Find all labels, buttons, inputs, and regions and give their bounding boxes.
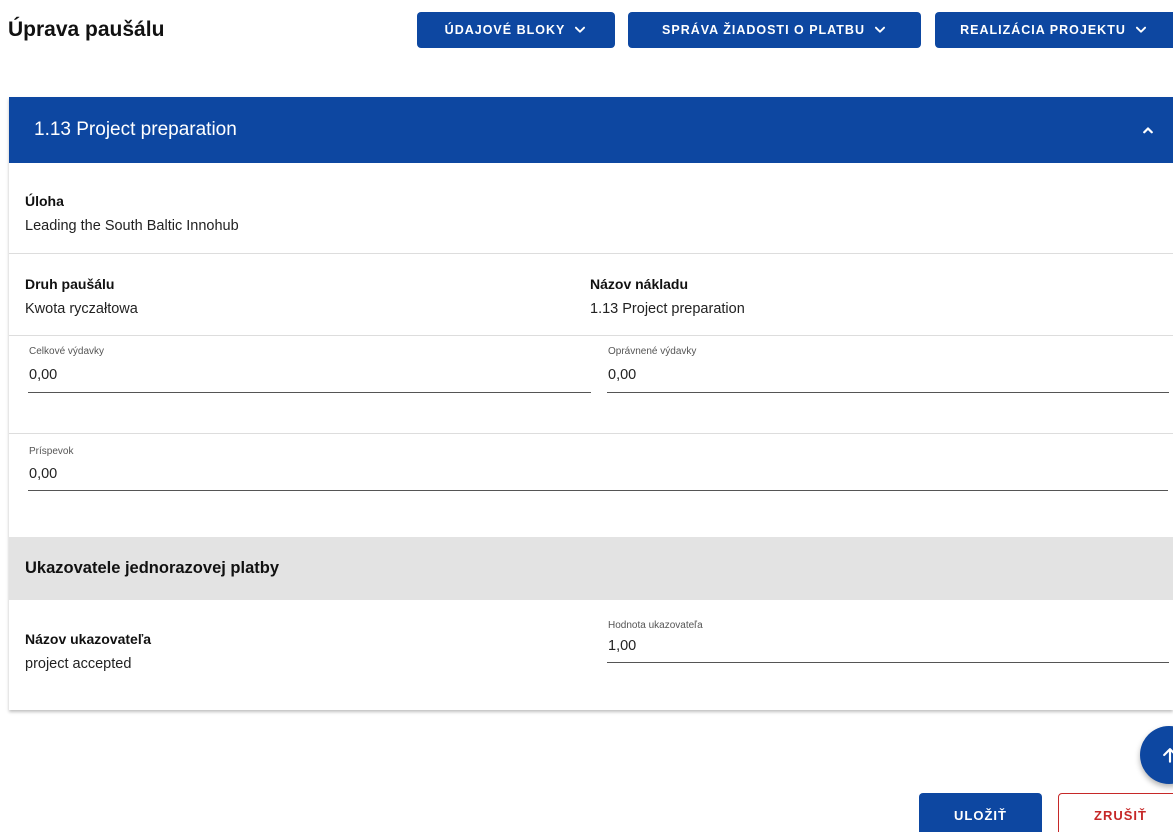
eligible-expenses-value: 0,00 (608, 367, 637, 383)
cancel-button[interactable]: ZRUŠIŤ (1058, 793, 1173, 832)
task-value: Leading the South Baltic Innohub (25, 218, 239, 234)
page-title: Úprava paušálu (8, 18, 165, 41)
data-blocks-menu-button[interactable]: ÚDAJOVÉ BLOKY (417, 12, 615, 48)
payment-request-menu-button[interactable]: SPRÁVA ŽIADOSTI O PLATBU (628, 12, 921, 48)
indicator-name-value: project accepted (25, 656, 132, 672)
lump-type-label: Druh paušálu (25, 276, 115, 292)
indicator-value-label: Hodnota ukazovateľa (608, 620, 703, 631)
cost-name-value: 1.13 Project preparation (590, 301, 745, 317)
save-button[interactable]: ULOŽIŤ (919, 793, 1042, 832)
total-expenses-label: Celkové výdavky (29, 346, 105, 357)
contribution-label: Príspevok (29, 446, 74, 457)
chevron-down-icon (1135, 26, 1146, 33)
cost-name-label: Názov nákladu (590, 276, 689, 292)
lump-type-value: Kwota ryczałtowa (25, 301, 138, 317)
total-expenses-field[interactable]: Celkové výdavky 0,00 (28, 344, 591, 393)
lump-sum-card: 1.13 Project preparation Úloha Leading t… (9, 97, 1173, 710)
chevron-up-icon[interactable] (1139, 121, 1157, 139)
task-label: Úloha (25, 193, 64, 209)
card-title: 1.13 Project preparation (34, 119, 237, 140)
chevron-down-icon (575, 26, 586, 33)
indicators-section-header: Ukazovatele jednorazovej platby (9, 537, 1173, 600)
lump-type-row: Druh paušálu Kwota ryczałtowa Názov nákl… (9, 254, 1173, 336)
indicator-value-value: 1,00 (608, 638, 637, 654)
total-expenses-value: 0,00 (29, 367, 58, 383)
indicator-row: Názov ukazovateľa project accepted Hodno… (9, 600, 1173, 710)
contribution-value: 0,00 (29, 466, 58, 482)
payment-request-menu-label: SPRÁVA ŽIADOSTI O PLATBU (662, 23, 865, 37)
task-row: Úloha Leading the South Baltic Innohub (9, 163, 1173, 254)
contribution-field[interactable]: Príspevok 0,00 (28, 444, 1168, 491)
scroll-to-top-button[interactable] (1140, 726, 1173, 784)
project-realization-menu-button[interactable]: REALIZÁCIA PROJEKTU (935, 12, 1173, 48)
card-header[interactable]: 1.13 Project preparation (9, 97, 1173, 163)
indicators-section-title: Ukazovatele jednorazovej platby (25, 559, 280, 577)
eligible-expenses-field[interactable]: Oprávnené výdavky 0,00 (607, 344, 1169, 393)
data-blocks-menu-label: ÚDAJOVÉ BLOKY (444, 23, 566, 37)
expenses-row: Celkové výdavky 0,00 Oprávnené výdavky 0… (9, 336, 1173, 434)
arrow-up-icon (1163, 748, 1173, 763)
eligible-expenses-label: Oprávnené výdavky (608, 346, 697, 357)
contribution-row: Príspevok 0,00 (9, 434, 1173, 537)
project-realization-menu-label: REALIZÁCIA PROJEKTU (960, 23, 1126, 37)
chevron-down-icon (874, 26, 885, 33)
indicator-name-label: Názov ukazovateľa (25, 631, 151, 647)
indicator-value-field[interactable]: Hodnota ukazovateľa 1,00 (607, 618, 1169, 663)
